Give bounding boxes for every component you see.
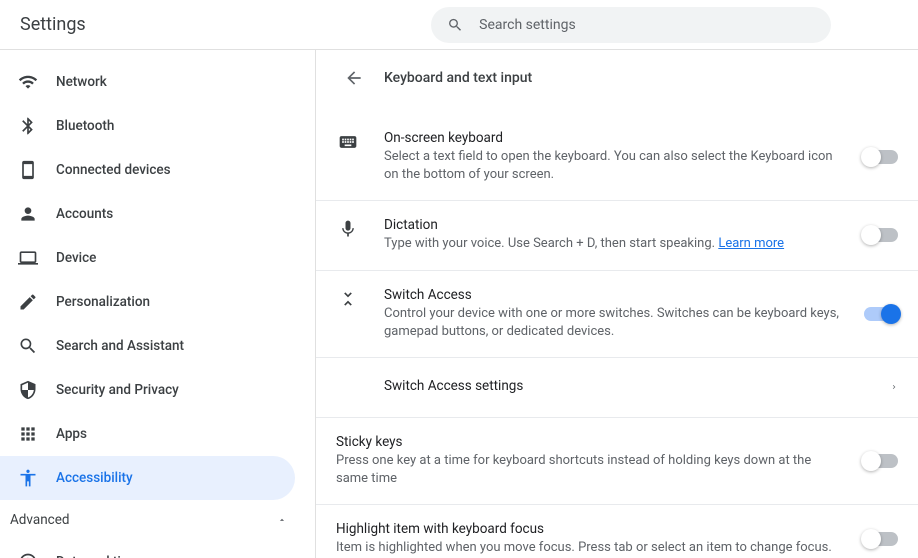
setting-desc: Control your device with one or more swi… xyxy=(384,305,844,341)
setting-desc: Item is highlighted when you move focus.… xyxy=(336,539,844,557)
bluetooth-icon xyxy=(18,116,38,136)
sidebar-item-date-time[interactable]: Date and time xyxy=(0,540,295,558)
desc-text: Type with your voice. Use Search + D, th… xyxy=(384,236,718,251)
sidebar-item-accounts[interactable]: Accounts xyxy=(0,192,295,236)
setting-text: Sticky keys Press one key at a time for … xyxy=(336,434,844,488)
setting-text: Switch Access Control your device with o… xyxy=(384,287,844,341)
main-container: Network Bluetooth Connected devices Acco… xyxy=(0,50,918,558)
setting-text: On-screen keyboard Select a text field t… xyxy=(384,130,844,184)
advanced-label: Advanced xyxy=(10,512,70,528)
sidebar: Network Bluetooth Connected devices Acco… xyxy=(0,50,315,558)
back-button[interactable] xyxy=(336,60,372,96)
sidebar-item-network[interactable]: Network xyxy=(0,60,295,104)
setting-highlight-focus: Highlight item with keyboard focus Item … xyxy=(316,505,918,558)
setting-desc: Type with your voice. Use Search + D, th… xyxy=(384,235,844,253)
setting-title: Dictation xyxy=(384,217,844,233)
phone-icon xyxy=(18,160,38,180)
header: Settings xyxy=(0,0,918,50)
mic-icon xyxy=(336,217,360,239)
edit-icon xyxy=(18,292,38,312)
setting-switch-access: Switch Access Control your device with o… xyxy=(316,271,918,358)
setting-title: Switch Access settings xyxy=(384,378,870,394)
apps-icon xyxy=(18,424,38,444)
sidebar-item-label: Bluetooth xyxy=(56,118,114,134)
accessibility-icon xyxy=(18,468,38,488)
setting-text: Switch Access settings xyxy=(384,378,870,396)
search-icon xyxy=(18,336,38,356)
content-area: Keyboard and text input On-screen keyboa… xyxy=(315,50,918,558)
setting-text: Dictation Type with your voice. Use Sear… xyxy=(384,217,844,253)
sidebar-item-device[interactable]: Device xyxy=(0,236,295,280)
sidebar-item-label: Apps xyxy=(56,426,87,442)
setting-desc: Select a text field to open the keyboard… xyxy=(384,148,844,184)
sidebar-item-personalization[interactable]: Personalization xyxy=(0,280,295,324)
sidebar-item-label: Security and Privacy xyxy=(56,382,179,398)
setting-sticky-keys: Sticky keys Press one key at a time for … xyxy=(316,418,918,505)
setting-switch-access-settings[interactable]: Switch Access settings xyxy=(316,358,918,418)
sidebar-item-label: Network xyxy=(56,74,107,90)
toggle-on-screen-keyboard[interactable] xyxy=(864,150,898,164)
sidebar-item-search-assistant[interactable]: Search and Assistant xyxy=(0,324,295,368)
person-icon xyxy=(18,204,38,224)
learn-more-link[interactable]: Learn more xyxy=(718,236,784,251)
settings-list: On-screen keyboard Select a text field t… xyxy=(316,106,918,558)
sidebar-item-label: Device xyxy=(56,250,96,266)
shield-icon xyxy=(18,380,38,400)
sidebar-advanced-toggle[interactable]: Advanced xyxy=(0,500,315,540)
sidebar-item-label: Search and Assistant xyxy=(56,338,184,354)
sidebar-item-security-privacy[interactable]: Security and Privacy xyxy=(0,368,295,412)
page-title: Keyboard and text input xyxy=(384,70,532,86)
wifi-icon xyxy=(18,72,38,92)
sidebar-item-label: Date and time xyxy=(56,554,140,558)
switch-icon xyxy=(336,287,360,309)
chevron-right-icon xyxy=(890,383,898,391)
content-header: Keyboard and text input xyxy=(316,50,918,106)
setting-text: Highlight item with keyboard focus Item … xyxy=(336,521,844,557)
sidebar-item-label: Accounts xyxy=(56,206,113,222)
toggle-highlight-focus[interactable] xyxy=(864,532,898,546)
app-title: Settings xyxy=(20,14,86,35)
search-icon xyxy=(447,16,463,34)
sidebar-item-label: Connected devices xyxy=(56,162,171,178)
chevron-up-icon xyxy=(277,515,287,525)
setting-title: On-screen keyboard xyxy=(384,130,844,146)
sidebar-item-bluetooth[interactable]: Bluetooth xyxy=(0,104,295,148)
search-container[interactable] xyxy=(431,7,831,43)
sidebar-item-connected-devices[interactable]: Connected devices xyxy=(0,148,295,192)
setting-on-screen-keyboard: On-screen keyboard Select a text field t… xyxy=(316,106,918,201)
setting-dictation: Dictation Type with your voice. Use Sear… xyxy=(316,201,918,270)
setting-desc: Press one key at a time for keyboard sho… xyxy=(336,452,844,488)
sidebar-item-label: Accessibility xyxy=(56,470,133,486)
keyboard-icon xyxy=(336,130,360,152)
setting-title: Sticky keys xyxy=(336,434,844,450)
setting-title: Switch Access xyxy=(384,287,844,303)
setting-title: Highlight item with keyboard focus xyxy=(336,521,844,537)
sidebar-item-apps[interactable]: Apps xyxy=(0,412,295,456)
toggle-switch-access[interactable] xyxy=(864,307,898,321)
sidebar-item-label: Personalization xyxy=(56,294,150,310)
search-input[interactable] xyxy=(479,17,815,33)
laptop-icon xyxy=(18,248,38,268)
toggle-sticky-keys[interactable] xyxy=(864,454,898,468)
clock-icon xyxy=(18,552,38,558)
arrow-back-icon xyxy=(344,68,364,88)
sidebar-item-accessibility[interactable]: Accessibility xyxy=(0,456,295,500)
toggle-dictation[interactable] xyxy=(864,228,898,242)
